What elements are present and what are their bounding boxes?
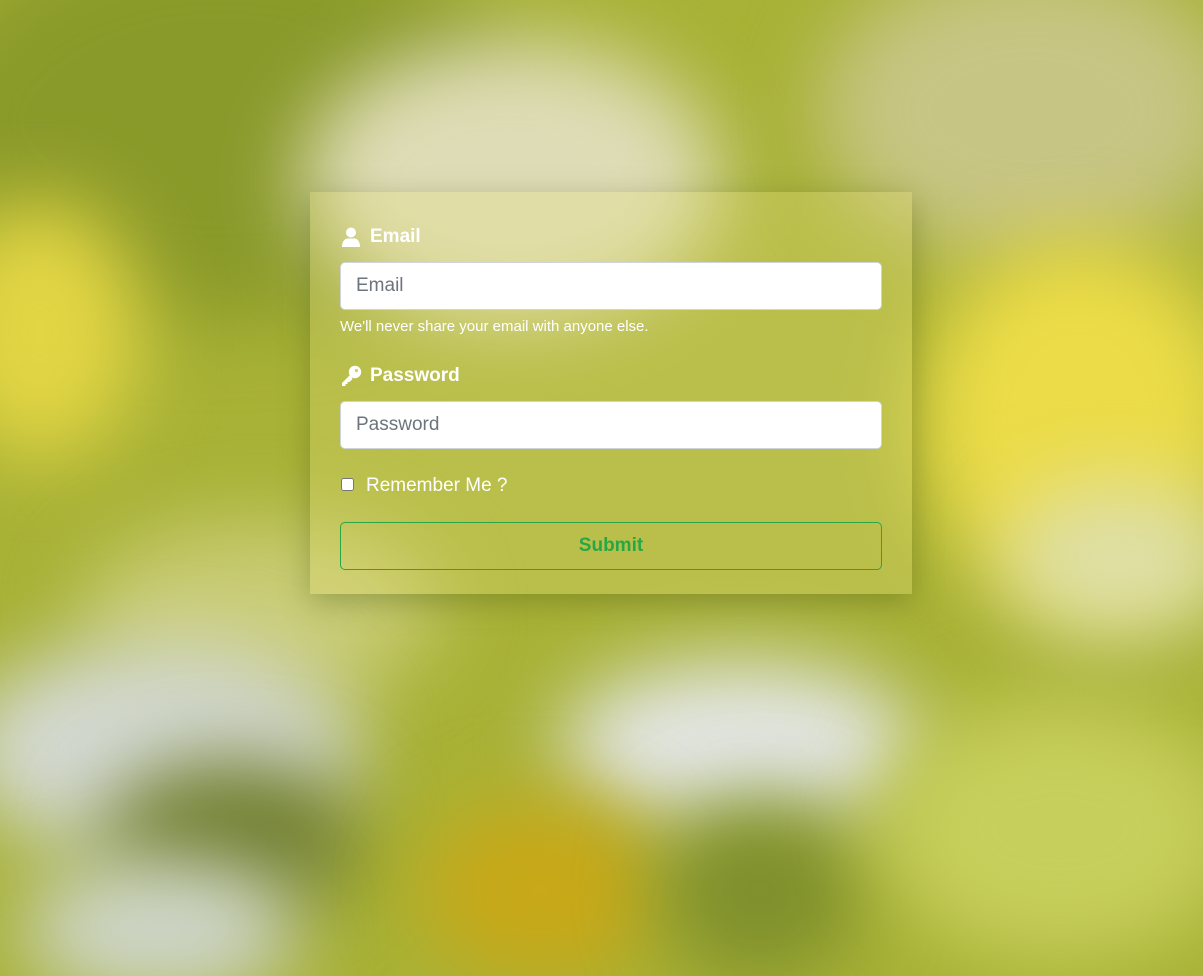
remember-me-label[interactable]: Remember Me ?	[366, 475, 508, 497]
email-label: Email	[340, 222, 882, 252]
password-field[interactable]	[340, 401, 882, 449]
password-label-text: Password	[370, 365, 460, 386]
user-icon	[340, 226, 362, 248]
email-field[interactable]	[340, 262, 882, 310]
login-form: Email We'll never share your email with …	[310, 192, 912, 594]
email-label-text: Email	[370, 226, 421, 247]
key-icon	[340, 365, 362, 387]
email-help-text: We'll never share your email with anyone…	[340, 318, 649, 335]
remember-me-row: Remember Me ?	[340, 473, 882, 499]
email-group: Email We'll never share your email with …	[340, 222, 882, 338]
password-group: Password	[340, 361, 882, 449]
password-label: Password	[340, 361, 882, 391]
remember-me-checkbox[interactable]	[341, 477, 354, 491]
submit-button[interactable]: Submit	[340, 522, 882, 570]
